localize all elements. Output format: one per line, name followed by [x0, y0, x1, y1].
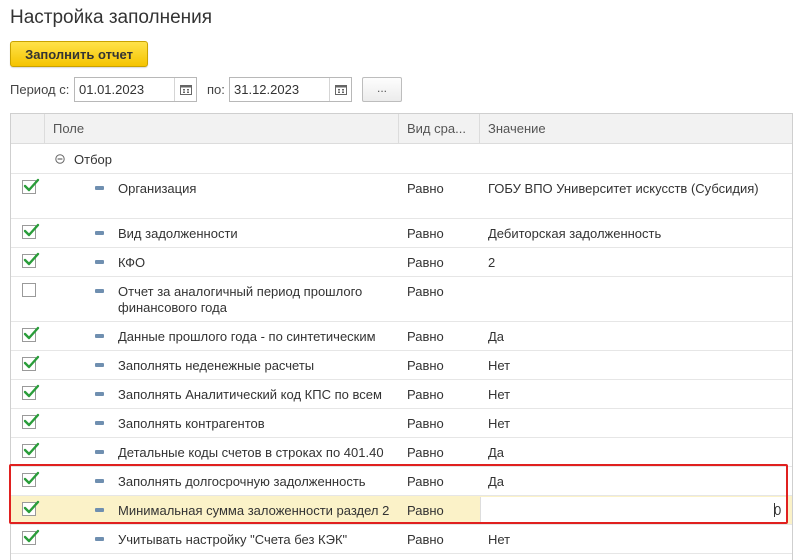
- row-value[interactable]: Да: [488, 329, 504, 344]
- header-checkbox-column: [11, 114, 45, 144]
- row-compare[interactable]: Равно: [407, 284, 444, 299]
- item-marker-icon: [95, 421, 104, 425]
- row-field: Учитывать настройку "Счета без КЭК": [118, 532, 348, 547]
- item-marker-icon: [95, 186, 104, 190]
- group-row[interactable]: Отбор: [11, 144, 792, 174]
- group-label: Отбор: [74, 152, 112, 167]
- row-compare[interactable]: Равно: [407, 181, 444, 196]
- row-field-continuation: финансового года: [118, 300, 227, 315]
- header-value[interactable]: Значение: [480, 114, 792, 144]
- table-row[interactable]: Учитывать настройку "Счета без КЭК" Равно…: [11, 525, 792, 554]
- row-field: Данные прошлого года - по синтетическим: [118, 329, 376, 344]
- calendar-icon[interactable]: [174, 78, 196, 101]
- row-checkbox[interactable]: [22, 413, 40, 429]
- table-row[interactable]: Данные прошлого года - по синтетическим Р…: [11, 322, 792, 351]
- row-field: КФО: [118, 255, 146, 270]
- row-checkbox[interactable]: [22, 442, 40, 458]
- row-field: Заполнять неденежные расчеты: [118, 358, 315, 373]
- row-value[interactable]: Нет: [488, 532, 510, 547]
- row-compare[interactable]: Равно: [407, 329, 444, 344]
- row-checkbox[interactable]: [22, 326, 40, 342]
- period-to-field[interactable]: 31.12.2023: [229, 77, 352, 102]
- row-value[interactable]: Дебиторская задолженность: [488, 226, 661, 241]
- table-row[interactable]: Заполнять неденежные расчеты Равно Нет: [11, 351, 792, 380]
- row-checkbox[interactable]: [22, 529, 40, 545]
- row-compare[interactable]: Равно: [407, 255, 444, 270]
- row-compare[interactable]: Равно: [407, 416, 444, 431]
- table-row[interactable]: Заполнять контрагентов Равно Нет: [11, 409, 792, 438]
- period-from-value[interactable]: 01.01.2023: [75, 82, 174, 97]
- table-row[interactable]: Детальные коды счетов в строках по 401.4…: [11, 438, 792, 467]
- item-marker-icon: [95, 260, 104, 264]
- row-value[interactable]: 2: [488, 255, 495, 270]
- row-field: Детальные коды счетов в строках по 401.4…: [118, 445, 384, 460]
- header-compare[interactable]: Вид сра...: [399, 114, 480, 144]
- row-compare[interactable]: Равно: [407, 532, 444, 547]
- row-field: Заполнять Аналитический код КПС по всем: [118, 387, 382, 402]
- row-checkbox[interactable]: [22, 178, 40, 194]
- item-marker-icon: [95, 289, 104, 293]
- item-marker-icon: [95, 537, 104, 541]
- row-field: Вид задолженности: [118, 226, 238, 241]
- row-value[interactable]: Нет: [488, 416, 510, 431]
- table-row[interactable]: Заполнять Аналитический код КПС по всем Р…: [11, 380, 792, 409]
- grid-header: Поле Вид сра... Значение: [11, 114, 792, 144]
- row-checkbox[interactable]: [22, 384, 40, 400]
- table-row[interactable]: КФО Равно 2: [11, 248, 792, 277]
- row-value[interactable]: Нет: [488, 387, 510, 402]
- item-marker-icon: [95, 231, 104, 235]
- period-select-button[interactable]: ...: [362, 77, 402, 102]
- row-value[interactable]: Да: [488, 445, 504, 460]
- period-from-field[interactable]: 01.01.2023: [74, 77, 197, 102]
- row-checkbox[interactable]: [22, 283, 36, 297]
- item-marker-icon: [95, 450, 104, 454]
- item-marker-icon: [95, 392, 104, 396]
- row-checkbox[interactable]: [22, 355, 40, 371]
- period-to-label: по:: [207, 82, 225, 97]
- row-field: Заполнять контрагентов: [118, 416, 265, 431]
- row-value[interactable]: Нет: [488, 358, 510, 373]
- item-marker-icon: [95, 363, 104, 367]
- item-marker-icon: [95, 334, 104, 338]
- collapse-icon[interactable]: [55, 152, 65, 167]
- row-field: Организация: [118, 181, 197, 196]
- row-checkbox[interactable]: [22, 252, 40, 268]
- table-row[interactable]: Организация Равно ГОБУ ВПО Университет иск…: [11, 174, 792, 219]
- period-to-value[interactable]: 31.12.2023: [230, 82, 329, 97]
- row-compare[interactable]: Равно: [407, 226, 444, 241]
- highlight-frame: [9, 464, 788, 524]
- row-checkbox[interactable]: [22, 223, 40, 239]
- row-compare[interactable]: Равно: [407, 445, 444, 460]
- row-field: Отчет за аналогичный период прошлого: [118, 284, 363, 299]
- row-compare[interactable]: Равно: [407, 358, 444, 373]
- row-compare[interactable]: Равно: [407, 387, 444, 402]
- page-title: Настройка заполнения: [10, 7, 213, 28]
- fill-report-button[interactable]: Заполнить отчет: [10, 41, 148, 67]
- table-row[interactable]: Отчет за аналогичный период прошлого фина…: [11, 277, 792, 322]
- table-row[interactable]: Вид задолженности Равно Дебиторская задолж…: [11, 219, 792, 248]
- row-value[interactable]: ГОБУ ВПО Университет искусств (Субсидия): [488, 181, 759, 196]
- period-from-label: Период с:: [10, 82, 70, 97]
- header-field[interactable]: Поле: [45, 114, 399, 144]
- calendar-icon[interactable]: [329, 78, 351, 101]
